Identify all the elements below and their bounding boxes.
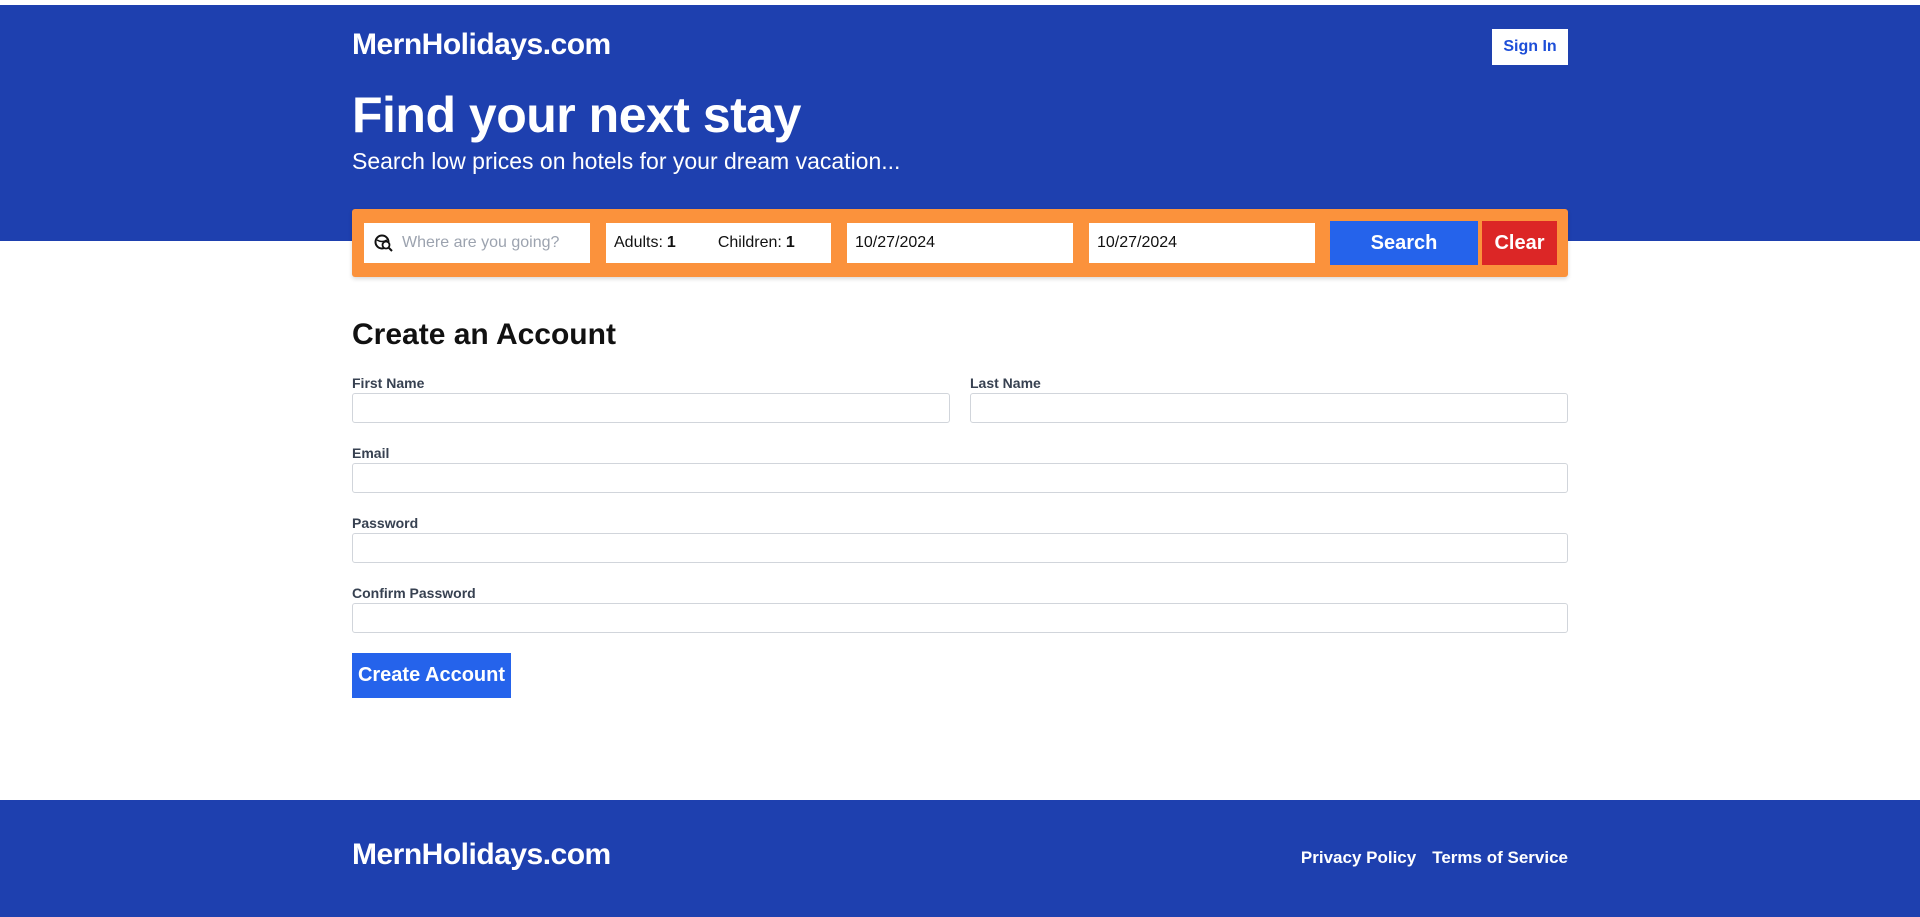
check-in-date-input[interactable]: 10/27/2024 <box>847 223 1073 263</box>
sign-in-button[interactable]: Sign In <box>1492 29 1568 65</box>
guests-input[interactable]: Adults: 1 Children: 1 <box>606 223 831 263</box>
first-name-field[interactable] <box>352 393 950 423</box>
search-bar: Where are you going? Adults: 1 Children:… <box>352 209 1568 277</box>
confirm-password-label: Confirm Password <box>352 585 476 601</box>
globe-search-icon <box>374 233 394 253</box>
brand-logo-link[interactable]: MernHolidays.com <box>352 28 611 62</box>
terms-of-service-link[interactable]: Terms of Service <box>1432 848 1568 868</box>
search-button[interactable]: Search <box>1330 221 1478 265</box>
email-label: Email <box>352 445 390 461</box>
password-label: Password <box>352 515 419 531</box>
destination-input[interactable]: Where are you going? <box>364 223 590 263</box>
clear-button[interactable]: Clear <box>1482 221 1557 265</box>
password-field[interactable] <box>352 533 1568 563</box>
check-out-date-input[interactable]: 10/27/2024 <box>1089 223 1315 263</box>
children-field[interactable]: Children: 1 <box>718 234 795 252</box>
adults-label: Adults: <box>614 234 663 251</box>
first-name-label: First Name <box>352 375 425 391</box>
form-title: Create an Account <box>352 318 616 351</box>
adults-value[interactable]: 1 <box>667 234 676 252</box>
create-account-button[interactable]: Create Account <box>352 653 511 698</box>
footer: MernHolidays.com Privacy Policy Terms of… <box>0 800 1920 917</box>
destination-placeholder: Where are you going? <box>402 234 560 251</box>
children-label: Children: <box>717 234 782 251</box>
confirm-password-field[interactable] <box>352 603 1568 633</box>
page: MernHolidays.com Sign In Find your next … <box>0 0 1920 917</box>
children-value[interactable]: 1 <box>786 234 795 252</box>
last-name-label: Last Name <box>970 375 1041 391</box>
privacy-policy-link[interactable]: Privacy Policy <box>1301 848 1416 868</box>
last-name-field[interactable] <box>970 393 1568 423</box>
adults-field[interactable]: Adults: 1 <box>614 234 676 252</box>
hero-title: Find your next stay <box>352 87 801 143</box>
footer-links: Privacy Policy Terms of Service <box>1301 848 1568 868</box>
hero-subtitle: Search low prices on hotels for your dre… <box>352 148 901 174</box>
email-field[interactable] <box>352 463 1568 493</box>
hero-banner <box>0 5 1920 241</box>
footer-brand: MernHolidays.com <box>352 838 611 871</box>
